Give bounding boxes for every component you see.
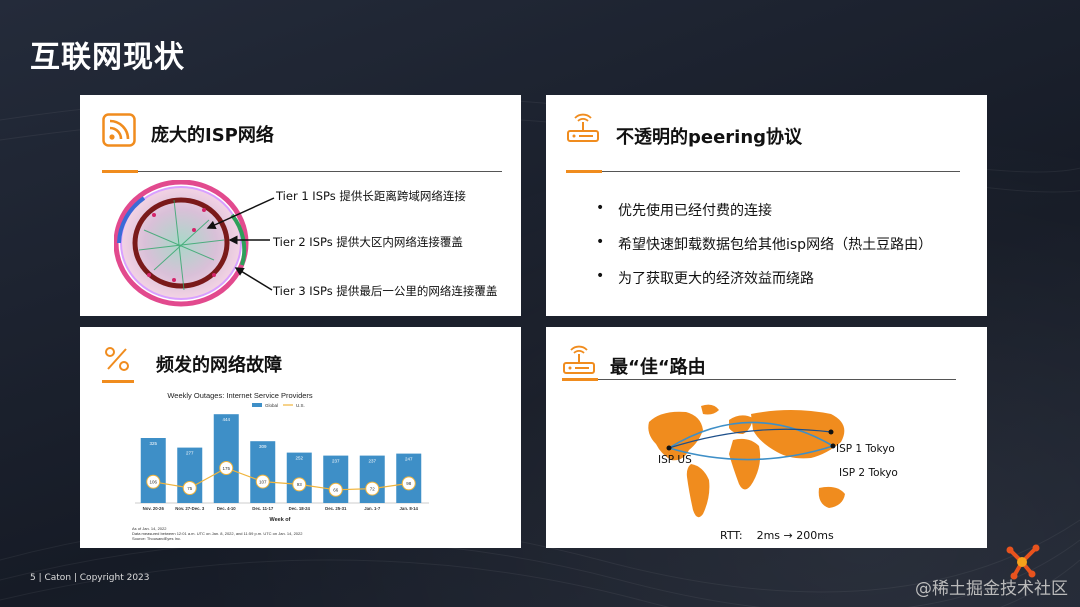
isp-tokyo1-label: ISP 1 Tokyo	[836, 443, 895, 455]
peering-card: 不透明的peering协议 优先使用已经付费的连接 希望快速卸载数据包给其他is…	[546, 95, 987, 316]
bar-value-label: 247	[405, 457, 413, 462]
us-value-label: 75	[187, 486, 193, 491]
bar-value-label: 309	[259, 444, 267, 449]
slide-title: 互联网现状	[30, 40, 185, 75]
x-tick-label: Nov. 20-26	[143, 506, 165, 511]
chart-note: Source: ThousandEyes Inc.	[132, 536, 181, 541]
us-value-label: 72	[370, 486, 376, 491]
outages-chart: Weekly Outages: Internet Service Provide…	[132, 391, 429, 541]
tier2-label: Tier 2 ISPs 提供大区内网络连接覆盖	[273, 235, 463, 249]
chart-bar	[250, 441, 276, 503]
x-tick-label: Nov. 27-Dec. 3	[175, 506, 205, 511]
chart-bar	[140, 438, 166, 503]
isp-network-card: 庞大的ISP网络 Tier 1 ISPs 提供长距离跨域网络连接 Tier 2 …	[80, 95, 521, 316]
card-title: 频发的网络故障	[156, 355, 282, 376]
x-tick-label: Dec. 18-24	[289, 506, 311, 511]
divider	[102, 171, 502, 172]
list-item: 为了获取更大的经济效益而绕路	[596, 268, 932, 288]
x-tick-label: Jan. 8-14	[400, 506, 419, 511]
us-value-label: 175	[222, 466, 230, 471]
card-title: 最“佳“路由	[610, 357, 706, 378]
rss-icon	[102, 113, 136, 147]
accent-bar	[562, 378, 598, 381]
list-item: 希望快速卸载数据包给其他isp网络（热土豆路由）	[596, 234, 932, 254]
watermark: @稀土掘金技术社区	[915, 579, 1068, 599]
legend-label-global: Global	[265, 403, 278, 408]
accent-bar	[102, 380, 134, 383]
x-axis-label: Week of	[270, 517, 291, 523]
outages-card: 频发的网络故障 Weekly Outages: Internet Service…	[80, 327, 521, 548]
divider	[562, 379, 956, 380]
x-tick-label: Dec. 11-17	[252, 506, 274, 511]
chart-bar	[213, 414, 239, 503]
router-icon	[562, 345, 596, 379]
tier-arrows	[200, 190, 280, 300]
chart-title: Weekly Outages: Internet Service Provide…	[167, 391, 313, 400]
divider	[566, 171, 960, 172]
rtt-label: RTT: 2ms → 200ms	[720, 529, 834, 542]
bar-value-label: 444	[222, 417, 230, 422]
legend-label-us: U.S.	[296, 403, 305, 408]
legend-swatch-global	[252, 403, 262, 407]
bar-value-label: 252	[295, 456, 303, 461]
list-item: 优先使用已经付费的连接	[596, 200, 932, 220]
x-tick-label: Jan. 1-7	[364, 506, 381, 511]
bar-value-label: 237	[332, 459, 340, 464]
us-value-label: 98	[406, 481, 412, 486]
card-title: 不透明的peering协议	[616, 127, 803, 148]
accent-bar	[566, 170, 602, 173]
us-value-label: 66	[333, 488, 339, 493]
x-tick-label: Dec. 4-10	[217, 506, 236, 511]
bar-value-label: 237	[368, 459, 376, 464]
bar-value-label: 325	[149, 441, 157, 446]
slide-footer: 5 | Caton | Copyright 2023	[30, 573, 150, 583]
peering-bullets: 优先使用已经付费的连接 希望快速卸载数据包给其他isp网络（热土豆路由） 为了获…	[596, 200, 932, 302]
best-route-card: 最“佳“路由 ISP US ISP 1 Tokyo ISP 2 Tokyo RT…	[546, 327, 987, 548]
isp-us-label: ISP US	[658, 454, 692, 466]
tier3-label: Tier 3 ISPs 提供最后一公里的网络连接覆盖	[273, 284, 498, 298]
x-tick-label: Dec. 25-31	[325, 506, 347, 511]
percent-icon	[102, 344, 132, 374]
accent-bar	[102, 170, 138, 173]
isp-tokyo2-label: ISP 2 Tokyo	[839, 467, 898, 479]
us-value-label: 107	[259, 479, 267, 484]
router-icon	[566, 113, 600, 147]
tier1-label: Tier 1 ISPs 提供长距离跨域网络连接	[276, 189, 466, 203]
us-value-label: 106	[149, 480, 157, 485]
card-title: 庞大的ISP网络	[151, 125, 274, 146]
bar-value-label: 277	[186, 451, 194, 456]
us-value-label: 93	[297, 482, 303, 487]
